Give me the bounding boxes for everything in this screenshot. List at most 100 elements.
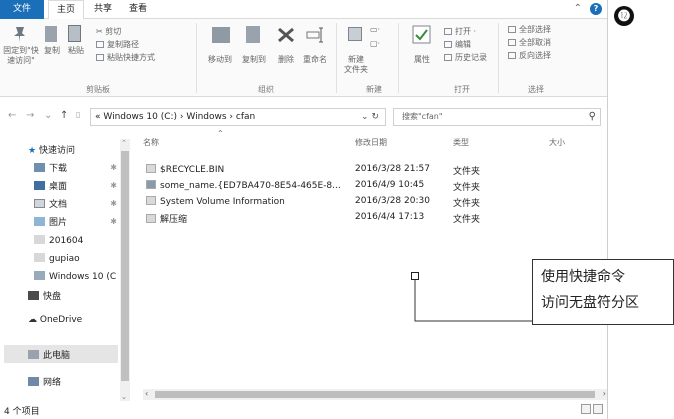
pin-icon[interactable]: ✱ [110, 163, 117, 172]
column-header-name[interactable]: 名称 [143, 137, 159, 148]
nav-quick-access-label: 快速访问 [38, 146, 75, 156]
nav-network[interactable]: 网络 [28, 375, 61, 388]
easy-access-icon[interactable]: ▢· [370, 39, 380, 49]
delete-button[interactable]: 删除 [274, 55, 298, 65]
tab-file[interactable]: 文件 [0, 0, 44, 19]
pin-quick-access-button[interactable]: 固定到"快速访问" [2, 46, 40, 66]
open-button[interactable]: 打开 · [444, 27, 476, 37]
scroll-left-icon[interactable]: ‹ [145, 389, 148, 398]
file-name: $RECYCLE.BIN [146, 164, 224, 175]
group-clipboard-label: 剪贴板 [86, 85, 110, 94]
recent-chevron-icon[interactable]: ⌄ [44, 110, 52, 121]
address-bar[interactable]: « Windows 10 (C:) › Windows › cfan ⌄ ↻ [90, 108, 386, 126]
details-view-icon[interactable] [581, 404, 591, 414]
back-arrow-icon[interactable]: ← [8, 110, 16, 121]
copy-button[interactable]: 复制 [40, 46, 64, 56]
column-header-type[interactable]: 类型 [453, 137, 469, 148]
nav-item-windows-drive[interactable]: Windows 10 (C [34, 271, 116, 282]
open-label: 打开 [455, 27, 471, 36]
select-all-button[interactable]: 全部选择 [508, 25, 551, 35]
computer-icon [28, 350, 39, 359]
tab-share[interactable]: 共享 [88, 0, 118, 19]
properties-button[interactable]: 属性 [408, 55, 436, 65]
forward-arrow-icon[interactable]: → [26, 110, 34, 121]
file-type: 文件夹 [453, 199, 481, 209]
nav-item-downloads[interactable]: 下载 [34, 161, 67, 174]
new-folder-button[interactable]: 新建 文件夹 [340, 55, 372, 75]
nav-item-label: 下载 [49, 164, 68, 174]
select-all-label: 全部选择 [519, 25, 551, 34]
column-header-date[interactable]: 修改日期 [355, 137, 387, 148]
paste-button[interactable]: 粘贴 [64, 46, 88, 56]
ribbon-tabs: 文件 主页 共享 查看 ⌃ ? [0, 0, 607, 20]
large-icons-view-icon[interactable] [593, 404, 603, 414]
nav-item-documents[interactable]: 文档 [34, 197, 67, 210]
properties-icon [412, 25, 431, 44]
up-arrow-icon[interactable]: ↑ [60, 110, 68, 121]
nav-item-kuaipan[interactable]: 快盘 [28, 289, 61, 302]
horizontal-scrollbar[interactable]: ‹ › [143, 389, 607, 400]
paste-icon [68, 25, 81, 42]
rename-button[interactable]: 重命名 [300, 55, 330, 65]
control-panel-icon [146, 180, 156, 189]
select-none-label: 全部取消 [519, 38, 551, 47]
scroll-up-icon[interactable]: ⌃ [121, 139, 127, 147]
new-item-icon[interactable]: ▭· [370, 25, 380, 35]
history-button[interactable]: 历史记录 [444, 53, 487, 63]
group-open-label: 打开 [454, 85, 470, 94]
file-type: 文件夹 [453, 183, 481, 193]
pin-icon[interactable]: ✱ [110, 199, 117, 208]
callout-connector [414, 278, 532, 322]
cloud-icon: ☁ [28, 315, 40, 325]
kuaipan-icon [28, 291, 39, 300]
edit-button[interactable]: 编辑 [444, 40, 471, 50]
tab-view[interactable]: 查看 [122, 0, 154, 19]
help-icon[interactable]: ? [590, 3, 602, 15]
search-input[interactable]: 搜索"cfan" ⚲ [393, 108, 601, 126]
nav-item-desktop[interactable]: 桌面 [34, 179, 67, 192]
pin-icon[interactable]: ✱ [110, 217, 117, 226]
move-to-button[interactable]: 移动到 [202, 55, 238, 65]
nav-item-gupiao[interactable]: gupiao [34, 253, 80, 264]
nav-quick-access[interactable]: ★ 快速访问 [28, 143, 75, 156]
nav-item-201604[interactable]: 201604 [34, 235, 83, 246]
copy-path-icon [96, 41, 104, 48]
address-dropdown-icon[interactable]: ⌄ ↻ [361, 109, 379, 125]
rename-icon [306, 27, 323, 43]
select-all-icon [508, 26, 516, 33]
nav-this-pc-label: 此电脑 [43, 351, 71, 361]
select-none-button[interactable]: 全部取消 [508, 38, 551, 48]
cut-button[interactable]: ✂ 剪切 [96, 27, 121, 37]
column-header-size[interactable]: 大小 [549, 137, 565, 148]
nav-network-label: 网络 [43, 378, 62, 388]
nav-onedrive[interactable]: ☁ OneDrive [28, 315, 82, 325]
tab-home[interactable]: 主页 [48, 0, 84, 20]
copy-icon [45, 26, 57, 42]
navigation-pane: ★ 快速访问 下载 ✱ 桌面 ✱ 文档 ✱ 图片 ✱ 201604 gupiao… [0, 131, 131, 401]
status-item-count: 4 个项目 [4, 407, 40, 417]
table-row[interactable]: $RECYCLE.BIN 2016/3/28 21:57 文件夹 [146, 164, 596, 178]
paste-shortcut-button[interactable]: 粘贴快捷方式 [96, 53, 155, 63]
scroll-right-icon[interactable]: › [603, 389, 606, 398]
scroll-thumb[interactable] [155, 391, 595, 398]
nav-this-pc[interactable]: 此电脑 [28, 348, 70, 361]
invert-selection-button[interactable]: 反向选择 [508, 51, 551, 61]
callout-line-2: 访问无盘符分区 [541, 295, 639, 311]
table-row[interactable]: some_name.{ED7BA470-8E54-465E-8... 2016/… [146, 180, 596, 194]
paste-shortcut-label: 粘贴快捷方式 [107, 53, 155, 62]
nav-item-label: 文档 [49, 200, 68, 210]
scroll-thumb[interactable] [121, 151, 129, 381]
pin-icon[interactable]: ✱ [110, 181, 117, 190]
scroll-down-icon[interactable]: ⌄ [121, 393, 127, 401]
nav-item-label: gupiao [49, 254, 80, 264]
copy-path-button[interactable]: 复制路径 [96, 40, 139, 50]
step-badge: ⓬ [614, 6, 634, 26]
table-row[interactable]: System Volume Information 2016/3/28 20:3… [146, 196, 596, 210]
scissors-icon: ✂ [96, 27, 106, 36]
copy-to-button[interactable]: 复制到 [238, 55, 270, 65]
nav-scrollbar[interactable]: ⌃ ⌄ [120, 139, 130, 401]
nav-item-pictures[interactable]: 图片 [34, 215, 67, 228]
table-row[interactable]: 解压缩 2016/4/4 17:13 文件夹 [146, 212, 596, 226]
address-path: « Windows 10 (C:) › Windows › cfan [95, 112, 256, 122]
collapse-ribbon-icon[interactable]: ⌃ [574, 3, 582, 14]
